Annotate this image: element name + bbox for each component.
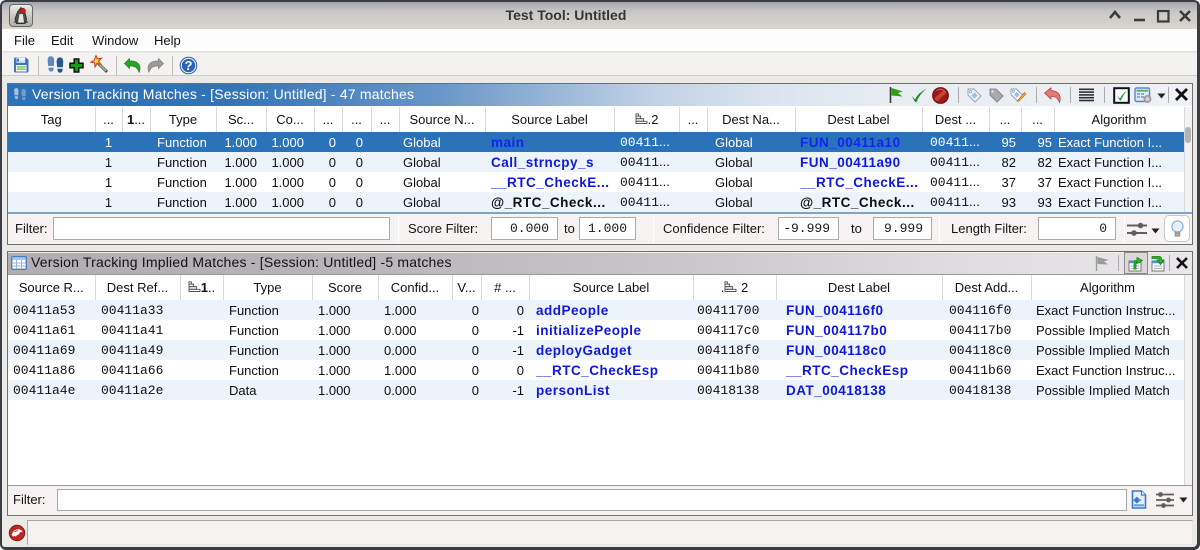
- svg-text:?: ?: [185, 58, 193, 73]
